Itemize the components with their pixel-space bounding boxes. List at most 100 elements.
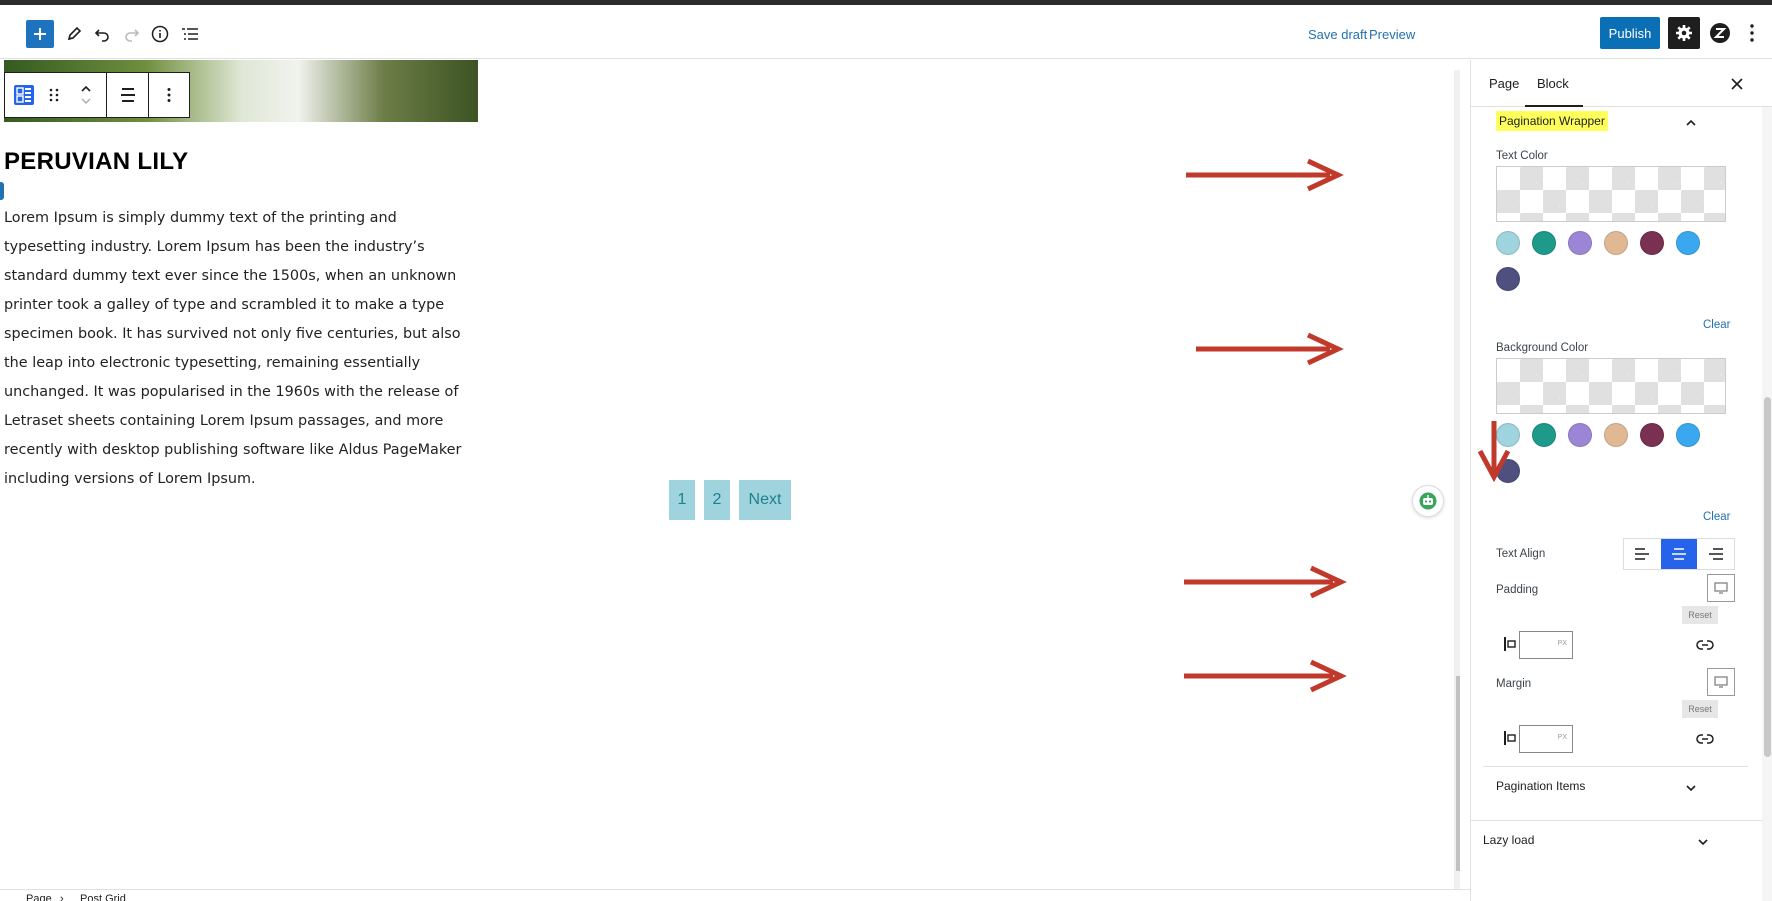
desktop-icon [1714,676,1728,688]
publish-button[interactable]: Publish [1600,17,1660,49]
chevron-down-icon[interactable] [1695,834,1711,850]
text-color-label: Text Color [1496,150,1548,162]
add-block-button[interactable] [26,20,54,48]
block-toolbar [4,72,190,118]
annotation-arrow-text-align [1477,421,1511,483]
breadcrumb-post-grid[interactable]: Post Grid [80,893,126,901]
breadcrumb-page[interactable]: Page [26,893,52,901]
chevron-up-down-icon [80,85,91,104]
text-color-clear-button[interactable]: Clear [1703,319,1730,331]
bg-color-swatch-sky-blue[interactable] [1676,423,1700,447]
more-options-button[interactable] [1745,21,1759,45]
top-toolbar: Save draft Preview Publish [0,5,1772,59]
undo-button[interactable] [88,20,116,48]
annotation-arrow-text-color [1186,158,1344,192]
chevron-down-icon[interactable] [1683,780,1699,796]
padding-input[interactable]: PX [1519,631,1573,659]
align-wide-icon [120,88,135,102]
preview-button[interactable]: Preview [1369,27,1415,42]
padding-reset-button[interactable]: Reset [1682,606,1718,624]
settings-sidebar: Page Block Pagination Wrapper Text Color… [1470,60,1772,901]
block-options-button[interactable] [149,73,189,117]
settings-button[interactable] [1668,17,1700,49]
more-vertical-icon [167,88,171,102]
move-up-down-button[interactable] [65,73,107,117]
section-divider [1483,766,1748,767]
align-center-button[interactable] [1660,539,1698,569]
margin-reset-button[interactable]: Reset [1682,700,1718,718]
align-button[interactable] [107,73,149,117]
desktop-icon [1714,582,1728,594]
robot-icon [1419,492,1437,510]
details-button[interactable] [146,20,174,48]
redo-icon [125,29,140,42]
plugin-icon [1710,23,1730,43]
align-right-button[interactable] [1697,539,1734,569]
pagination-item-2[interactable]: 2 [704,480,730,520]
align-right-icon [1708,548,1723,560]
sidebar-scrollbar-thumb[interactable] [1764,397,1771,757]
align-left-button[interactable] [1624,539,1661,569]
drag-handle[interactable] [43,73,65,117]
assistant-button[interactable] [1412,485,1444,517]
gear-icon [1676,25,1692,41]
list-view-icon [182,28,198,40]
color-swatch-indigo[interactable] [1496,267,1520,291]
block-breadcrumb: Page › Post Grid [0,889,1470,901]
canvas-scrollbar-thumb[interactable] [1456,676,1460,871]
lazy-load-toggle[interactable]: Lazy load [1483,833,1534,847]
margin-label: Margin [1496,678,1532,690]
padding-device-toggle[interactable] [1707,574,1735,602]
margin-unit: PX [1557,734,1567,741]
sidebar-tabs: Page Block [1471,60,1772,107]
color-swatch-sky-blue[interactable] [1676,231,1700,255]
post-title: PERUVIAN LILY [4,148,189,175]
color-swatch-light-blue[interactable] [1496,231,1520,255]
align-left-icon [1635,548,1650,560]
sidebar-scrollbar[interactable] [1762,107,1772,901]
padding-side-icon [1504,637,1516,651]
link-icon[interactable] [1696,730,1714,748]
text-align-group [1623,538,1735,570]
close-sidebar-button[interactable] [1727,74,1747,94]
more-vertical-icon [1750,24,1754,42]
save-draft-button[interactable]: Save draft [1308,27,1367,42]
pagination-item-1[interactable]: 1 [669,480,695,520]
color-swatch-lavender[interactable] [1568,231,1592,255]
background-color-preview[interactable] [1496,358,1726,414]
redo-button[interactable] [118,20,146,48]
close-icon [1731,78,1743,90]
tools-button[interactable] [60,20,88,48]
canvas-scrollbar[interactable] [1454,70,1460,889]
undo-icon [94,29,109,42]
info-icon [151,25,169,43]
color-swatch-teal[interactable] [1532,231,1556,255]
background-color-clear-button[interactable]: Clear [1703,511,1730,523]
plugin-button[interactable] [1708,21,1732,45]
margin-side-icon [1504,731,1516,745]
bg-color-swatch-tan[interactable] [1604,423,1628,447]
pencil-icon [67,26,82,41]
pagination-next[interactable]: Next [739,480,791,520]
chevron-up-icon[interactable] [1683,115,1699,131]
bg-color-swatch-lavender[interactable] [1568,423,1592,447]
list-view-button[interactable] [176,20,204,48]
bg-color-swatch-plum[interactable] [1640,423,1664,447]
text-color-preview[interactable] [1496,166,1726,222]
color-swatch-plum[interactable] [1640,231,1664,255]
bg-color-swatch-teal[interactable] [1532,423,1556,447]
text-align-label: Text Align [1496,548,1546,560]
tab-page[interactable]: Page [1489,76,1519,91]
padding-unit: PX [1557,640,1567,647]
link-icon[interactable] [1696,636,1714,654]
pagination-items-toggle[interactable]: Pagination Items [1496,779,1585,793]
pagination-wrapper-toggle[interactable]: Pagination Wrapper [1496,111,1608,131]
block-type-button[interactable] [5,73,43,117]
margin-device-toggle[interactable] [1707,668,1735,696]
annotation-arrow-margin [1184,659,1347,693]
margin-input[interactable]: PX [1519,725,1573,753]
annotation-arrow-background-color [1196,332,1344,366]
color-swatch-tan[interactable] [1604,231,1628,255]
block-selection-marker [0,182,4,200]
tab-block[interactable]: Block [1537,76,1569,91]
